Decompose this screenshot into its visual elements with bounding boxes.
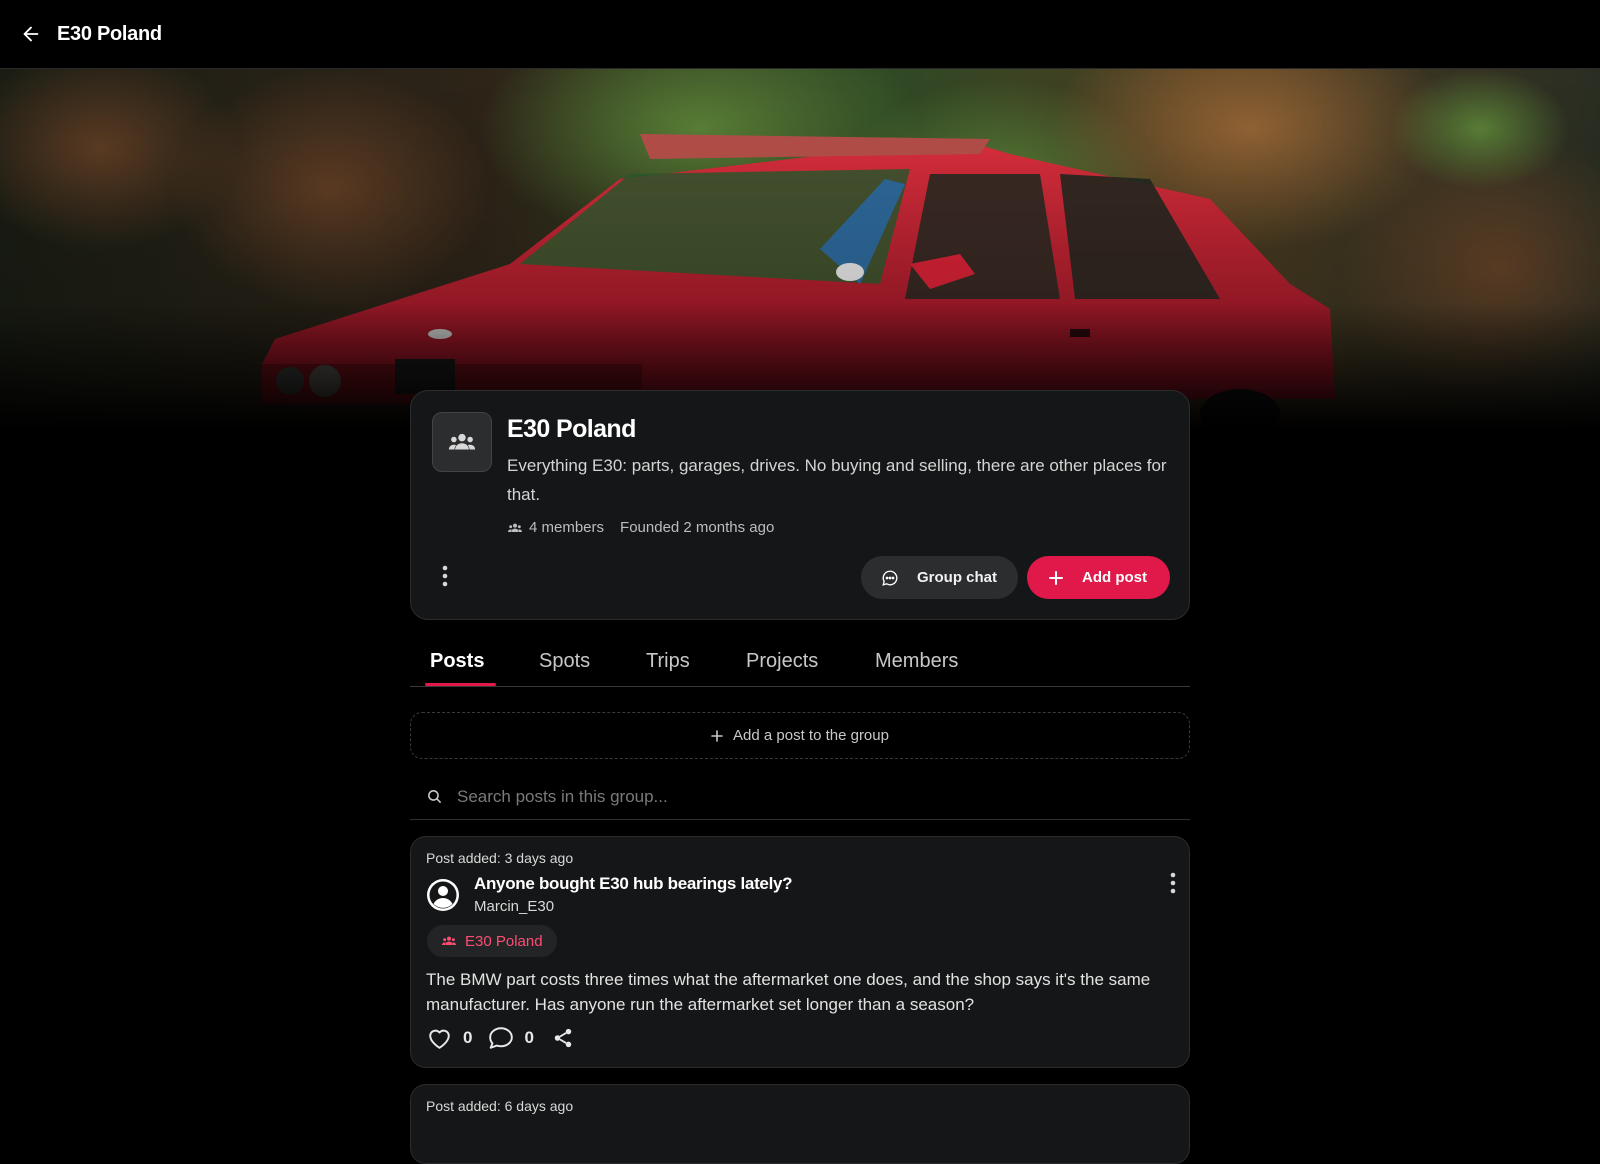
post-search <box>410 774 1190 820</box>
group-chip-label: E30 Poland <box>465 932 543 950</box>
founded-date: Founded 2 months ago <box>620 519 775 536</box>
add-post-prompt[interactable]: Add a post to the group <box>410 712 1190 759</box>
share-icon <box>552 1027 574 1049</box>
group-chip[interactable]: E30 Poland <box>427 925 557 957</box>
more-vertical-icon <box>442 565 448 587</box>
group-icon <box>448 433 476 450</box>
tab-projects[interactable]: Projects <box>746 650 818 673</box>
group-meta: 4 members Founded 2 months ago <box>507 519 774 536</box>
post-added-time: Post added: 6 days ago <box>426 1098 574 1114</box>
page-title: E30 Poland <box>57 22 162 45</box>
members-icon <box>507 520 523 536</box>
comment-count: 0 <box>524 1028 534 1047</box>
chat-bubble-icon <box>881 569 899 587</box>
user-avatar-icon <box>427 879 459 911</box>
tab-posts[interactable]: Posts <box>430 650 484 673</box>
group-info-card: E30 Poland Everything E30: parts, garage… <box>410 390 1190 620</box>
tab-spots[interactable]: Spots <box>539 650 590 673</box>
group-more-button[interactable] <box>431 559 459 593</box>
share-button[interactable] <box>552 1027 574 1049</box>
post-title[interactable]: Anyone bought E30 hub bearings lately? <box>474 874 793 894</box>
post-more-button[interactable] <box>1163 868 1183 898</box>
post-actions: 0 0 <box>426 1024 574 1052</box>
avatar[interactable] <box>426 878 460 912</box>
back-button[interactable] <box>11 14 51 54</box>
plus-icon <box>1049 570 1063 585</box>
tab-trips[interactable]: Trips <box>646 650 690 673</box>
add-post-label: Add post <box>1082 569 1147 586</box>
top-bar: E30 Poland <box>0 0 1600 69</box>
plus-icon <box>711 729 723 742</box>
group-name: E30 Poland <box>507 415 636 443</box>
heart-icon <box>426 1026 453 1050</box>
post-card[interactable]: Post added: 3 days ago Anyone bought E30… <box>410 836 1190 1068</box>
active-tab-indicator <box>425 683 496 686</box>
tab-members[interactable]: Members <box>875 650 958 673</box>
post-body: The BMW part costs three times what the … <box>426 970 1151 1014</box>
post-author[interactable]: Marcin_E30 <box>474 898 554 915</box>
cover-image <box>0 69 1600 429</box>
search-icon <box>426 788 443 805</box>
add-post-button[interactable]: Add post <box>1027 556 1170 599</box>
group-avatar <box>432 412 492 472</box>
like-count: 0 <box>463 1028 473 1047</box>
member-count[interactable]: 4 members <box>529 519 604 536</box>
arrow-left-icon <box>23 26 39 42</box>
search-input[interactable] <box>457 786 1137 807</box>
group-description: Everything E30: parts, garages, drives. … <box>507 456 1167 504</box>
group-tabs: Posts Spots Trips Projects Members <box>410 640 1190 687</box>
add-post-prompt-label: Add a post to the group <box>733 727 889 744</box>
comment-icon <box>488 1026 514 1050</box>
more-vertical-icon <box>1170 872 1176 894</box>
group-chat-label: Group chat <box>917 569 998 586</box>
like-button[interactable]: 0 <box>426 1026 472 1050</box>
post-added-time: Post added: 3 days ago <box>426 850 574 866</box>
group-icon <box>441 933 457 949</box>
group-chat-button[interactable]: Group chat <box>861 556 1018 599</box>
post-card[interactable]: Post added: 6 days ago <box>410 1084 1190 1164</box>
comment-button[interactable]: 0 <box>488 1026 534 1050</box>
